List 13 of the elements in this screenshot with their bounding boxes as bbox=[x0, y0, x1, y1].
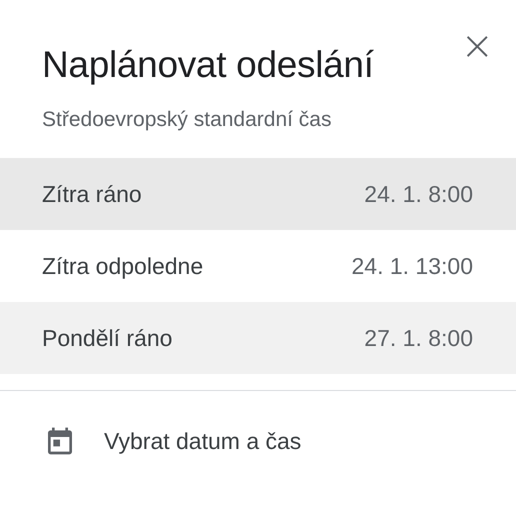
schedule-option[interactable]: Zítra odpoledne 24. 1. 13:00 bbox=[0, 230, 516, 302]
schedule-option[interactable]: Pondělí ráno 27. 1. 8:00 bbox=[0, 302, 516, 374]
option-time: 24. 1. 8:00 bbox=[364, 180, 473, 208]
option-label: Zítra ráno bbox=[42, 180, 142, 208]
option-label: Zítra odpoledne bbox=[42, 252, 204, 280]
option-label: Pondělí ráno bbox=[42, 324, 172, 352]
option-time: 27. 1. 8:00 bbox=[364, 324, 473, 352]
timezone-label: Středoevropský standardní čas bbox=[41, 107, 332, 133]
dialog-title: Naplánovat odeslání bbox=[42, 44, 374, 86]
pick-date-item[interactable]: Vybrat datum a čas bbox=[0, 391, 516, 457]
schedule-option[interactable]: Zítra ráno 24. 1. 8:00 bbox=[0, 158, 516, 230]
option-time: 24. 1. 13:00 bbox=[352, 252, 473, 280]
close-button[interactable]: × bbox=[456, 28, 498, 64]
